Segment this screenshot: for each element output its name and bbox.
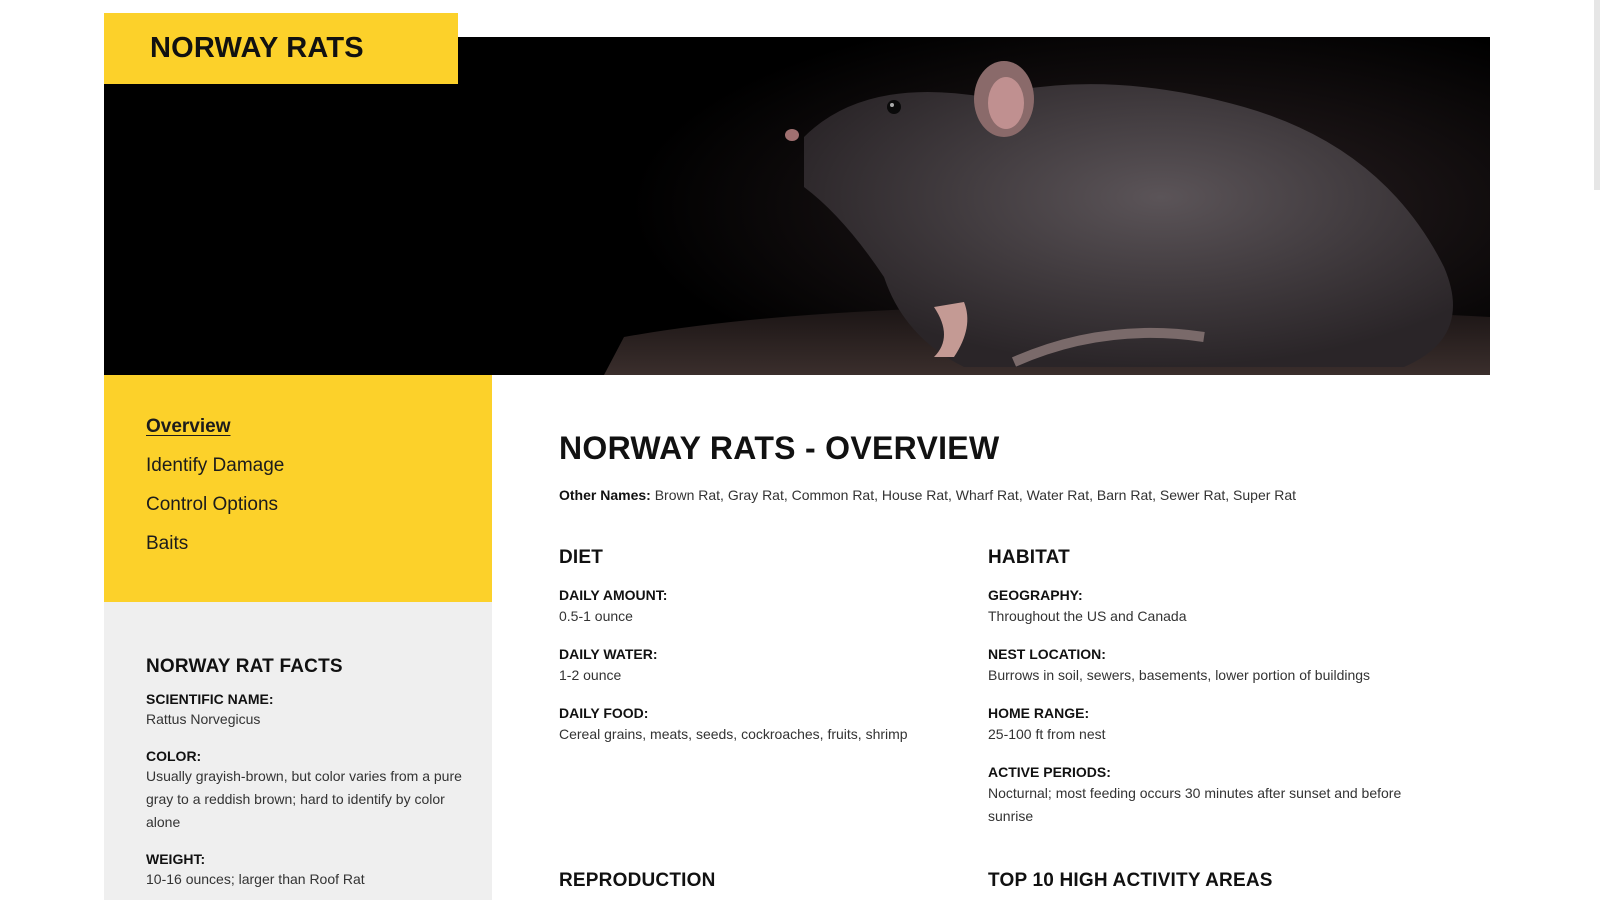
diet-value: 0.5-1 ounce: [559, 608, 633, 624]
nav-overview[interactable]: Overview: [146, 413, 492, 452]
fact-label: SCIENTIFIC NAME:: [146, 691, 274, 707]
fact-value: 10-16 ounces; larger than Roof Rat: [146, 871, 365, 887]
fact-value: Rattus Norvegicus: [146, 711, 261, 727]
diet-label: DAILY AMOUNT:: [559, 587, 668, 603]
habitat-item: NEST LOCATION: Burrows in soil, sewers, …: [988, 645, 1408, 687]
diet-label: DAILY FOOD:: [559, 705, 649, 721]
habitat-item: HOME RANGE: 25-100 ft from nest: [988, 704, 1408, 746]
diet-value: Cereal grains, meats, seeds, cockroaches…: [559, 726, 908, 742]
page-title: NORWAY RATS: [150, 32, 364, 64]
diet-value: 1-2 ounce: [559, 667, 622, 683]
habitat-value: 25-100 ft from nest: [988, 726, 1106, 742]
page: NORWAY RATS Overview Identify Damage Con…: [0, 0, 1600, 900]
habitat-heading: HABITAT: [988, 547, 1070, 568]
habitat-value: Burrows in soil, sewers, basements, lowe…: [988, 667, 1371, 683]
habitat-item: GEOGRAPHY: Throughout the US and Canada: [988, 586, 1408, 628]
habitat-label: ACTIVE PERIODS:: [988, 764, 1111, 780]
top-areas-heading: TOP 10 HIGH ACTIVITY AREAS: [988, 870, 1273, 891]
habitat-label: NEST LOCATION:: [988, 646, 1106, 662]
nav-control-options[interactable]: Control Options: [146, 491, 492, 530]
diet-item: DAILY AMOUNT: 0.5-1 ounce: [559, 586, 979, 628]
fact-item: SCIENTIFIC NAME: Rattus Norvegicus: [146, 690, 462, 731]
habitat-label: GEOGRAPHY:: [988, 587, 1083, 603]
habitat-section: HABITAT GEOGRAPHY: Throughout the US and…: [988, 547, 1408, 845]
reproduction-heading: REPRODUCTION: [559, 870, 716, 891]
fact-label: WEIGHT:: [146, 851, 206, 867]
main-content: NORWAY RATS - OVERVIEW Other Names: Brow…: [559, 430, 1459, 503]
diet-item: DAILY WATER: 1-2 ounce: [559, 645, 979, 687]
diet-heading: DIET: [559, 547, 604, 568]
fact-item: COLOR: Usually grayish-brown, but color …: [146, 747, 462, 834]
rat-photo: [104, 37, 1490, 375]
facts-heading: NORWAY RAT FACTS: [146, 656, 343, 677]
fact-value: Usually grayish-brown, but color varies …: [146, 768, 462, 830]
sidebar-nav: Overview Identify Damage Control Options…: [104, 375, 492, 602]
habitat-value: Nocturnal; most feeding occurs 30 minute…: [988, 785, 1402, 824]
diet-label: DAILY WATER:: [559, 646, 658, 662]
habitat-label: HOME RANGE:: [988, 705, 1090, 721]
diet-section: DIET DAILY AMOUNT: 0.5-1 ounce DAILY WAT…: [559, 547, 979, 763]
other-names-value: Brown Rat, Gray Rat, Common Rat, House R…: [650, 487, 1297, 503]
page-title-box: NORWAY RATS: [104, 13, 458, 84]
habitat-item: ACTIVE PERIODS: Nocturnal; most feeding …: [988, 763, 1408, 828]
other-names: Other Names: Brown Rat, Gray Rat, Common…: [559, 487, 1459, 503]
habitat-value: Throughout the US and Canada: [988, 608, 1187, 624]
overview-title: NORWAY RATS - OVERVIEW: [559, 430, 1000, 466]
other-names-label: Other Names:: [559, 487, 651, 503]
hero-image: [104, 37, 1490, 375]
nav-baits[interactable]: Baits: [146, 530, 492, 569]
scrollbar[interactable]: [1594, 0, 1600, 190]
fact-label: COLOR:: [146, 748, 202, 764]
rat-facts-panel: NORWAY RAT FACTS SCIENTIFIC NAME: Rattus…: [104, 602, 492, 900]
diet-item: DAILY FOOD: Cereal grains, meats, seeds,…: [559, 704, 979, 746]
nav-identify-damage[interactable]: Identify Damage: [146, 452, 492, 491]
fact-item: WEIGHT: 10-16 ounces; larger than Roof R…: [146, 850, 462, 891]
